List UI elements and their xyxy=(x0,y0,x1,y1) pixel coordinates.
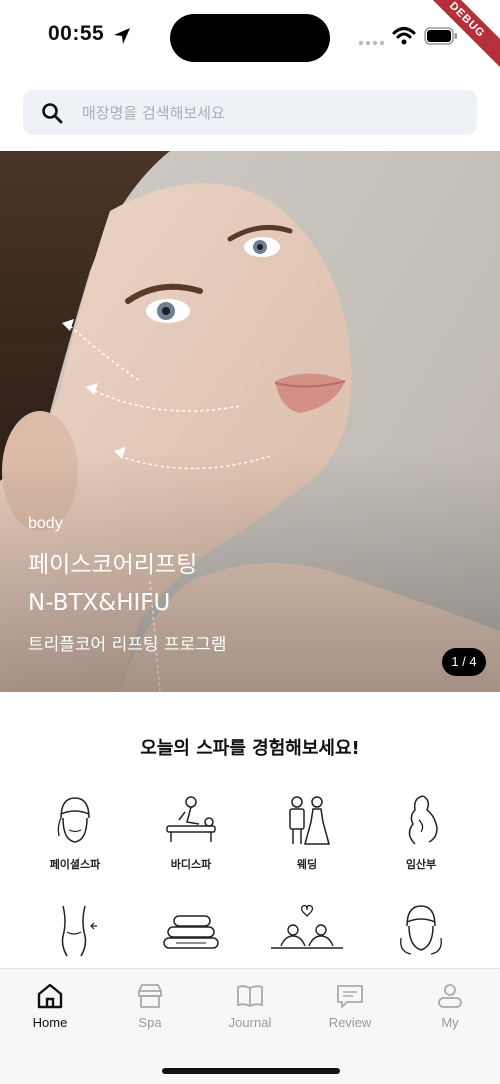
tab-my[interactable]: My xyxy=(400,981,500,1030)
bottom-tab-bar: Home Spa Journal Review My xyxy=(0,968,500,1084)
category-label: 바디스파 xyxy=(170,858,212,871)
category-facial-spa[interactable]: 페이셜스파 xyxy=(25,790,125,872)
category-couple[interactable] xyxy=(257,902,357,958)
banner-title-line1: 페이스코어리프팅 xyxy=(28,552,198,578)
user-icon xyxy=(438,984,462,1008)
tab-label: Journal xyxy=(228,1015,272,1030)
banner-tag: body xyxy=(28,515,63,532)
couple-spa-icon xyxy=(271,904,343,949)
banner-title: 페이스코어리프팅 N-BTX&HIFU xyxy=(28,546,197,622)
head-wrap-icon xyxy=(400,905,442,955)
towel-head-icon xyxy=(57,797,90,843)
shop-icon xyxy=(138,984,162,1008)
signal-dots-icon xyxy=(358,40,384,46)
banner-subtitle: 트리플코어 리프팅 프로그램 xyxy=(28,635,227,655)
category-pregnant[interactable]: 임산부 xyxy=(371,790,471,872)
tab-journal[interactable]: Journal xyxy=(200,981,300,1030)
search-input[interactable] xyxy=(82,103,442,122)
banner-pager: 1 / 4 xyxy=(442,648,486,676)
category-towels[interactable] xyxy=(141,902,241,958)
banner-title-line2: N-BTX&HIFU xyxy=(28,590,171,616)
chat-icon xyxy=(337,985,363,1008)
promo-banner[interactable]: body 페이스코어리프팅 N-BTX&HIFU 트리플코어 리프팅 프로그램 … xyxy=(0,151,500,692)
category-wedding[interactable]: 웨딩 xyxy=(257,790,357,872)
tab-review[interactable]: Review xyxy=(300,981,400,1030)
tab-home[interactable]: Home xyxy=(0,981,100,1030)
location-arrow-icon xyxy=(114,28,130,44)
wedding-couple-icon xyxy=(289,796,330,845)
stacked-towels-icon xyxy=(163,915,219,949)
dynamic-island xyxy=(170,14,330,62)
status-time: 00:55 xyxy=(48,22,105,45)
home-indicator xyxy=(162,1068,340,1074)
home-icon xyxy=(37,983,63,1009)
status-bar: 00:55 DEBUG xyxy=(0,0,500,76)
pregnant-icon xyxy=(408,795,438,845)
section-title: 오늘의 스파를 경험해보세요! xyxy=(140,738,360,759)
book-icon xyxy=(237,985,263,1008)
category-label: 임산부 xyxy=(405,858,437,871)
category-head-wrap[interactable] xyxy=(371,902,471,958)
tab-spa[interactable]: Spa xyxy=(100,981,200,1030)
tab-label: Review xyxy=(328,1015,372,1030)
search-bar[interactable] xyxy=(23,90,477,135)
tab-label: My xyxy=(441,1015,459,1030)
tab-label: Home xyxy=(32,1015,68,1030)
body-slim-icon xyxy=(61,905,97,957)
category-label: 페이셜스파 xyxy=(49,858,101,871)
category-body-spa[interactable]: 바디스파 xyxy=(141,790,241,872)
battery-icon xyxy=(424,27,457,45)
wifi-icon xyxy=(392,27,416,45)
massage-icon xyxy=(166,796,216,842)
category-label: 웨딩 xyxy=(296,858,318,871)
category-slimming[interactable] xyxy=(25,902,125,958)
tab-label: Spa xyxy=(138,1015,162,1030)
search-icon[interactable] xyxy=(40,101,64,125)
